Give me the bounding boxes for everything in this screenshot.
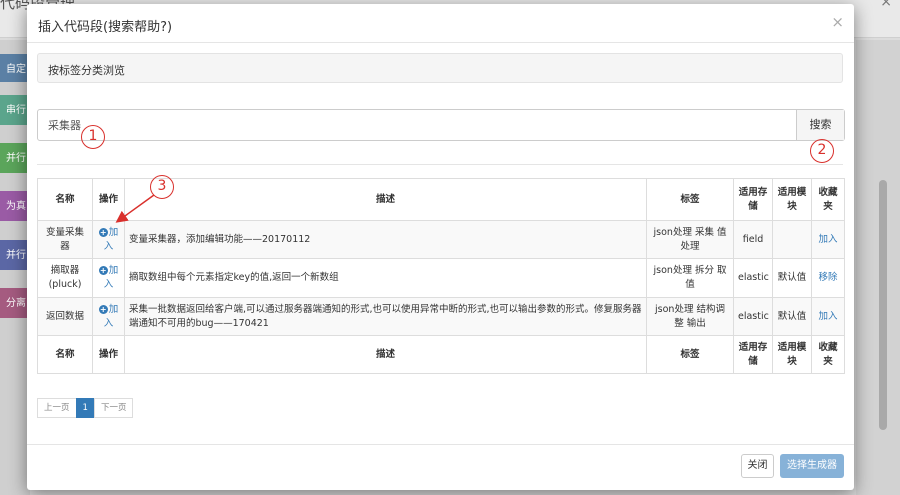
cell-tags: json处理 拆分 取值: [646, 258, 734, 298]
cell-tags: json处理 采集 值处理: [646, 220, 734, 259]
table-row: 摘取器(pluck) + 加入 摘取数组中每个元素指定key的值,返回一个新数组 …: [37, 258, 845, 298]
section-divider: [37, 164, 843, 165]
cell-desc: 采集一批数据返回给客户端,可以通过服务器端通知的形式,也可以使用异常中断的形式,…: [124, 297, 647, 336]
col-header-storage: 适用存储: [733, 178, 773, 221]
dialog-title: 插入代码段(搜索帮助?): [38, 20, 173, 35]
cell-fav: 移除: [811, 258, 845, 298]
annotation-marker-1: 1: [81, 125, 105, 149]
prev-page-button[interactable]: 上一页: [37, 398, 77, 418]
sidebar-block-label: 并行: [6, 153, 26, 164]
sidebar-block-label: 并行: [6, 250, 26, 261]
add-link[interactable]: + 加入: [98, 265, 118, 290]
plus-circle-icon: +: [98, 304, 108, 314]
search-input[interactable]: [38, 110, 797, 140]
footer-divider: [27, 444, 854, 445]
favorite-link[interactable]: 加入: [818, 234, 837, 245]
cell-fav: 加入: [811, 297, 845, 336]
cell-storage: field: [733, 220, 773, 259]
col-footer-desc: 描述: [124, 335, 647, 374]
col-header-fav: 收藏夹: [811, 178, 845, 221]
cell-module: 默认值: [772, 258, 812, 298]
cell-action: + 加入: [92, 258, 125, 298]
col-footer-name: 名称: [37, 335, 93, 374]
col-header-action: 操作: [92, 178, 125, 221]
header-divider: [27, 42, 854, 43]
cell-storage: elastic: [733, 258, 773, 298]
table-row: 返回数据 + 加入 采集一批数据返回给客户端,可以通过服务器端通知的形式,也可以使…: [37, 297, 845, 336]
col-header-tags: 标签: [646, 178, 734, 221]
snippet-table: 名称 操作 描述 标签 适用存储 适用模块 收藏夹 变量采集器 + 加入 变量采集…: [37, 178, 845, 374]
add-link[interactable]: + 加入: [98, 304, 118, 329]
page-1-button[interactable]: 1: [75, 398, 95, 418]
col-footer-tags: 标签: [646, 335, 734, 374]
cell-fav: 加入: [811, 220, 845, 259]
sidebar-block-label: 分离: [6, 298, 26, 309]
annotation-marker-2: 2: [810, 139, 834, 163]
col-footer-storage: 适用存储: [733, 335, 773, 374]
cell-name: 变量采集器: [37, 220, 93, 259]
cell-desc: 摘取数组中每个元素指定key的值,返回一个新数组: [124, 258, 647, 298]
search-group: 搜索: [37, 109, 845, 141]
cell-tags: json处理 结构调整 输出: [646, 297, 734, 336]
cell-action: + 加入: [92, 297, 125, 336]
col-footer-action: 操作: [92, 335, 125, 374]
col-header-name: 名称: [37, 178, 93, 221]
cell-action: + 加入: [92, 220, 125, 259]
insert-snippet-dialog: 插入代码段(搜索帮助?) × 按标签分类浏览 搜索 名称 操作 描述 标签 适用…: [27, 4, 854, 490]
close-button[interactable]: 关闭: [741, 454, 774, 478]
sidebar-block-label: 为真: [6, 201, 26, 212]
close-icon[interactable]: ×: [831, 13, 844, 31]
browse-by-tag-bar[interactable]: 按标签分类浏览: [37, 53, 843, 83]
cell-module: [772, 220, 812, 259]
col-header-desc: 描述: [124, 178, 647, 221]
cell-name: 摘取器(pluck): [37, 258, 93, 298]
pagination: 上一页 1 下一页: [37, 398, 134, 418]
favorite-link[interactable]: 移除: [818, 272, 837, 283]
plus-circle-icon: +: [98, 227, 108, 237]
plus-circle-icon: +: [98, 266, 108, 276]
favorite-link[interactable]: 加入: [818, 311, 837, 322]
background-close-icon[interactable]: ×: [880, 0, 892, 10]
background-right-panel: [856, 40, 900, 495]
annotation-marker-3: 3: [150, 175, 174, 199]
col-footer-module: 适用模块: [772, 335, 812, 374]
cell-module: 默认值: [772, 297, 812, 336]
cell-desc: 变量采集器，添加编辑功能——20170112: [124, 220, 647, 259]
select-generator-button[interactable]: 选择生成器: [780, 454, 844, 478]
browse-by-tag-label: 按标签分类浏览: [48, 64, 125, 77]
sidebar-block-label: 串行: [6, 105, 26, 116]
cell-storage: elastic: [733, 297, 773, 336]
background-scrollbar[interactable]: [879, 180, 887, 430]
add-link[interactable]: + 加入: [98, 227, 118, 252]
search-button[interactable]: 搜索: [796, 110, 844, 140]
col-header-module: 适用模块: [772, 178, 812, 221]
col-footer-fav: 收藏夹: [811, 335, 845, 374]
table-row: 变量采集器 + 加入 变量采集器，添加编辑功能——20170112 json处理 …: [37, 220, 845, 259]
sidebar-block-label: 自定: [6, 64, 26, 75]
next-page-button[interactable]: 下一页: [93, 398, 134, 418]
table-footer-row: 名称 操作 描述 标签 适用存储 适用模块 收藏夹: [37, 335, 845, 374]
cell-name: 返回数据: [37, 297, 93, 336]
